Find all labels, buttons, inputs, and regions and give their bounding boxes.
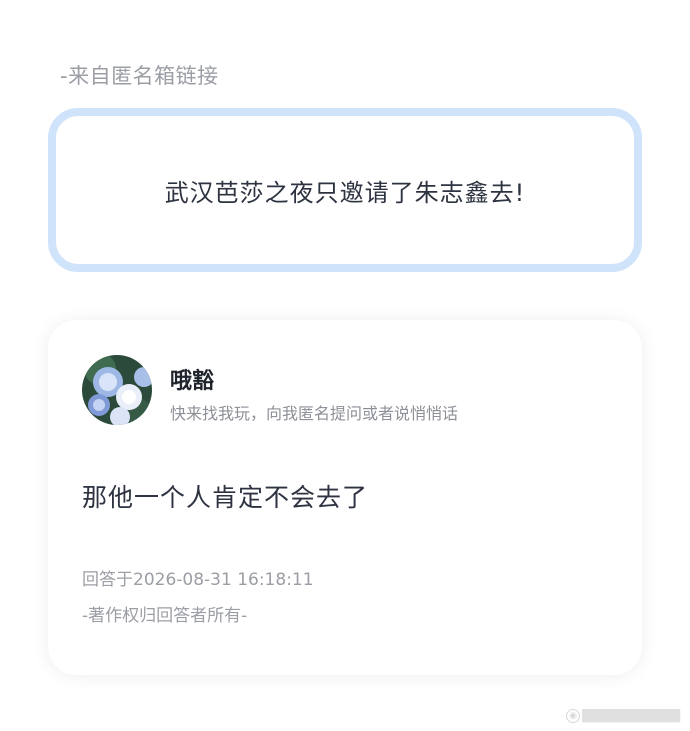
- answer-timestamp: 回答于2026-08-31 16:18:11: [82, 570, 314, 590]
- question-card: 武汉芭莎之夜只邀请了朱志鑫去!: [48, 108, 642, 272]
- watermark: ◉ ▇▇▇▇▇▇▇▇▇▇▇▇: [566, 708, 680, 723]
- question-text: 武汉芭莎之夜只邀请了朱志鑫去!: [164, 178, 526, 207]
- watermark-handle: ▇▇▇▇▇▇▇▇▇▇▇▇: [582, 708, 680, 723]
- avatar-flower-icon: [82, 355, 152, 425]
- answer-card: 哦豁 快来找我玩，向我匿名提问或者说悄悄话 那他一个人肯定不会去了 回答于202…: [48, 320, 642, 675]
- user-bio: 快来找我玩，向我匿名提问或者说悄悄话: [170, 404, 459, 423]
- source-label: -来自匿名箱链接: [60, 64, 219, 88]
- weibo-logo-icon: ◉: [566, 708, 581, 723]
- avatar[interactable]: [82, 355, 152, 425]
- user-name[interactable]: 哦豁: [170, 363, 214, 395]
- answer-text: 那他一个人肯定不会去了: [82, 483, 369, 512]
- copyright-note: -著作权归回答者所有-: [82, 606, 248, 626]
